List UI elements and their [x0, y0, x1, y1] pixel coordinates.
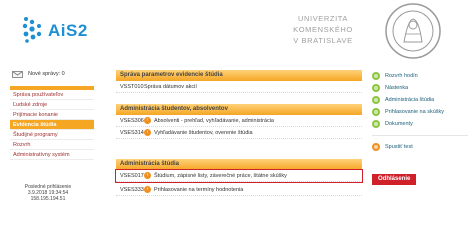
application-row[interactable]: VSES314 › Vyhľadávanie študentov, overen… [116, 127, 362, 139]
logo-dots-icon [22, 17, 42, 43]
left-menu-item-study-records[interactable]: Evidencia štúdia [10, 120, 94, 130]
panel-title: Správa parametrov evidencie štúdia [116, 70, 362, 81]
quick-link-documents[interactable]: Dokumenty [372, 118, 468, 130]
header: AiS2 UNIVERZITA KOMENSKÉHO V BRATISLAVE [0, 0, 474, 62]
application-code: VSES314 [120, 129, 144, 136]
application-code: VSES333 [120, 186, 144, 193]
university-name-line2: V BRATISLAVE [293, 36, 353, 45]
application-code: VSST010 [120, 83, 144, 90]
left-menu-item-study-programs[interactable]: Študijné programy [10, 130, 94, 140]
new-messages[interactable]: Nové správy: 0 [12, 69, 65, 79]
university-seal-icon [385, 3, 441, 59]
application-row[interactable]: VSST010 Správa dátumov akcií [116, 81, 362, 93]
green-bullet-icon [372, 84, 380, 92]
ais2-logo[interactable]: AiS2 [22, 16, 92, 46]
last-login-ip: 158.195.194.51 [30, 196, 66, 202]
quick-link-noticeboard[interactable]: Nástenka [372, 82, 468, 94]
green-bullet-icon [372, 72, 380, 80]
application-row-highlighted[interactable]: VSES017 › Štúdium, zápisné listy, závere… [115, 169, 363, 183]
new-messages-label: Nové správy: 0 [28, 71, 65, 77]
application-code: VSES306 [120, 117, 144, 124]
arrow-right-icon: › [144, 172, 151, 179]
panel-study-administration: Administrácia štúdia VSES017 › Štúdium, … [115, 159, 363, 196]
logo-text: AiS2 [48, 21, 88, 40]
quick-link-label: Rozvrh hodín [385, 73, 418, 79]
launch-test-link[interactable]: Spustiť test [372, 141, 468, 153]
application-title[interactable]: Prihlasovanie na termíny hodnotenia [154, 187, 243, 193]
application-title[interactable]: Štúdium, zápisné listy, záverečné práce,… [154, 173, 287, 179]
application-title[interactable]: Vyhľadávanie študentov, overenie štúdia [154, 130, 253, 136]
quick-link-label: Administrácia štúdia [385, 97, 435, 103]
arrow-right-icon: › [144, 186, 151, 193]
quick-link-label: Prihlasovanie na skúšky [385, 109, 445, 115]
green-bullet-icon [372, 120, 380, 128]
green-bullet-icon [372, 96, 380, 104]
arrow-right-icon: › [144, 129, 151, 136]
left-menu-item-admin-system[interactable]: Administratívny systém [10, 150, 94, 160]
panel-title: Administrácia štúdia [116, 159, 362, 170]
orange-bullet-icon [372, 143, 380, 151]
quick-link-exam-registration[interactable]: Prihlasovanie na skúšky [372, 106, 468, 118]
application-title[interactable]: Absolventi - prehľad, vyhľadávanie, admi… [154, 118, 274, 124]
panel-title: Administrácia študentov, absolventov [116, 104, 362, 115]
application-title[interactable]: Správa dátumov akcií [144, 84, 197, 90]
right-sidebar: Rozvrh hodín Nástenka Administrácia štúd… [372, 70, 468, 185]
application-code: VSES017 [120, 172, 144, 179]
arrow-right-icon: › [144, 117, 151, 124]
left-menu-item-schedule[interactable]: Rozvrh [10, 140, 94, 150]
application-row[interactable]: VSES306 › Absolventi - prehľad, vyhľadáv… [116, 115, 362, 127]
quick-link-schedule[interactable]: Rozvrh hodín [372, 70, 468, 82]
panel-study-parameters: Správa parametrov evidencie štúdia VSST0… [116, 70, 362, 93]
quick-link-label: Nástenka [385, 85, 409, 91]
divider [372, 135, 468, 136]
launch-test-label: Spustiť test [385, 144, 413, 150]
left-menu-item-admissions[interactable]: Prijímacie konanie [10, 110, 94, 120]
logout-button[interactable]: Odhlásenie [372, 174, 417, 185]
left-menu: Správa používateľov Ľudské zdroje Prijím… [10, 86, 94, 160]
university-name-line1: UNIVERZITA KOMENSKÉHO [293, 14, 353, 34]
ais2-page: AiS2 UNIVERZITA KOMENSKÉHO V BRATISLAVE … [0, 0, 474, 215]
application-row[interactable]: VSES333 › Prihlasovanie na termíny hodno… [116, 184, 362, 196]
quick-link-study-administration[interactable]: Administrácia štúdia [372, 94, 468, 106]
left-menu-item-user-management[interactable]: Správa používateľov [10, 90, 94, 100]
panel-student-administration: Administrácia študentov, absolventov VSE… [116, 104, 362, 139]
green-bullet-icon [372, 108, 380, 116]
university-name: UNIVERZITA KOMENSKÉHO V BRATISLAVE [268, 13, 378, 46]
quick-link-label: Dokumenty [385, 121, 413, 127]
left-menu-item-human-resources[interactable]: Ľudské zdroje [10, 100, 94, 110]
last-login: Posledné prihlásenie 3.9.2018 19:34:54 1… [0, 184, 96, 202]
mail-icon [12, 70, 23, 78]
